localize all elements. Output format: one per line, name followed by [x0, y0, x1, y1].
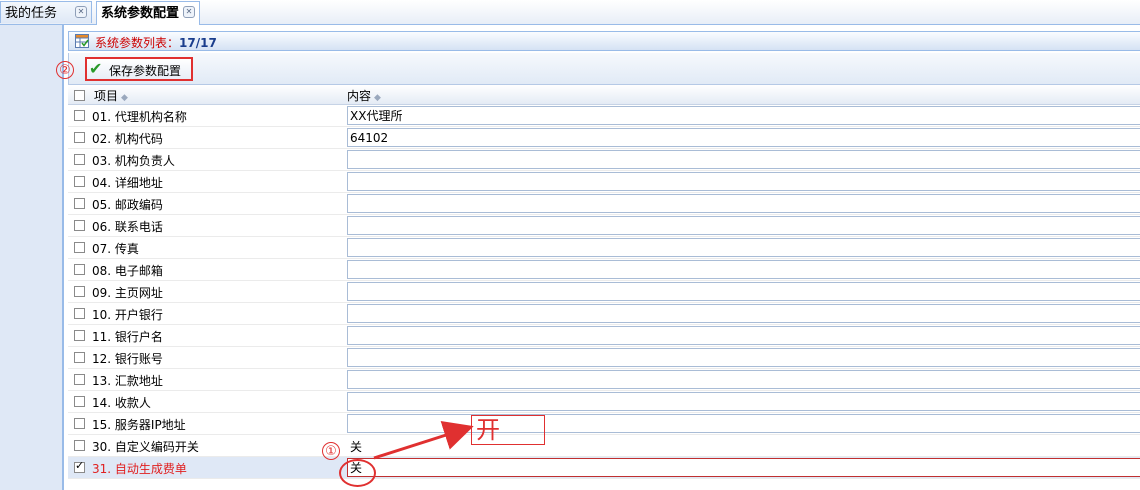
table-row[interactable]: 30. 自定义编码开关 关 [68, 435, 1140, 457]
close-icon[interactable]: ✕ [75, 6, 87, 18]
item-label: 11. 银行户名 [92, 330, 163, 344]
panel-title: 系统参数列表：17/17 [95, 36, 217, 50]
row-checkbox[interactable] [74, 440, 85, 451]
annotation-ellipse [339, 459, 376, 487]
item-label: 14. 收款人 [92, 396, 151, 410]
table-row[interactable]: 06. 联系电话 [68, 215, 1140, 237]
row-checkbox[interactable] [74, 132, 85, 143]
left-sidebar [0, 25, 63, 490]
row-checkbox[interactable] [74, 396, 85, 407]
value-input[interactable] [347, 326, 1140, 345]
row-checkbox[interactable] [74, 286, 85, 297]
item-label: 05. 邮政编码 [92, 198, 163, 212]
tab-label: 我的任务 [5, 6, 58, 21]
table-row[interactable]: 08. 电子邮箱 [68, 259, 1140, 281]
tab-bar: 我的任务 ✕ 系统参数配置 ✕ [0, 0, 1140, 25]
value-text[interactable]: 关 [350, 438, 362, 455]
tab-system-config[interactable]: 系统参数配置 ✕ [96, 1, 200, 25]
table-row[interactable]: 03. 机构负责人 [68, 149, 1140, 171]
value-input[interactable] [347, 194, 1140, 213]
grid-header: 项目 ◆ 内容 ◆ [68, 85, 1140, 105]
tab-label: 系统参数配置 [101, 6, 180, 21]
annotation-marker-2: ② [56, 61, 74, 79]
main-panel: 系统参数列表：17/17 ✔ 保存参数配置 项目 ◆ 内容 ◆ 01. 代理机构名称… [63, 25, 1140, 490]
value-input[interactable] [347, 216, 1140, 235]
table-row[interactable]: 13. 汇款地址 [68, 369, 1140, 391]
value-input[interactable] [347, 260, 1140, 279]
value-input[interactable] [347, 128, 1140, 147]
row-checkbox[interactable] [74, 154, 85, 165]
row-checkbox[interactable] [74, 176, 85, 187]
item-label: 31. 自动生成费单 [92, 462, 187, 476]
value-input[interactable] [347, 150, 1140, 169]
value-input[interactable] [347, 172, 1140, 191]
select-all-checkbox[interactable] [74, 90, 85, 101]
item-label: 13. 汇款地址 [92, 374, 163, 388]
item-label: 07. 传真 [92, 242, 139, 256]
value-input[interactable] [347, 458, 1140, 477]
save-config-button[interactable]: ✔ 保存参数配置 [85, 57, 193, 81]
item-label: 04. 详细地址 [92, 176, 163, 190]
row-checkbox[interactable] [74, 264, 85, 275]
row-checkbox[interactable] [74, 220, 85, 231]
value-input[interactable] [347, 414, 1140, 433]
check-icon: ✔ [89, 59, 103, 78]
sort-icon: ◆ [121, 93, 128, 103]
item-label: 09. 主页网址 [92, 286, 163, 300]
annotation-popup-value: 开 [471, 415, 545, 445]
table-row[interactable]: 04. 详细地址 [68, 171, 1140, 193]
value-input[interactable] [347, 392, 1140, 411]
tab-my-tasks[interactable]: 我的任务 ✕ [0, 1, 92, 23]
annotation-marker-1: ① [322, 442, 340, 460]
table-row[interactable]: 15. 服务器IP地址 [68, 413, 1140, 435]
toolbar: ✔ 保存参数配置 [68, 53, 1140, 85]
value-input[interactable] [347, 304, 1140, 323]
column-header-content[interactable]: 内容 ◆ [347, 87, 381, 104]
row-checkbox[interactable] [74, 374, 85, 385]
close-icon[interactable]: ✕ [183, 6, 195, 18]
table-row[interactable]: 05. 邮政编码 [68, 193, 1140, 215]
row-checkbox[interactable] [74, 330, 85, 341]
table-row[interactable]: 14. 收款人 [68, 391, 1140, 413]
record-count: 17/17 [179, 36, 217, 50]
table-row[interactable]: 02. 机构代码 [68, 127, 1140, 149]
panel-header: 系统参数列表：17/17 [68, 31, 1140, 51]
table-row[interactable]: 01. 代理机构名称 [68, 105, 1140, 127]
table-row[interactable]: 09. 主页网址 [68, 281, 1140, 303]
item-label: 08. 电子邮箱 [92, 264, 163, 278]
table-icon [75, 34, 89, 48]
item-label: 10. 开户银行 [92, 308, 163, 322]
row-checkbox[interactable] [74, 242, 85, 253]
item-label: 02. 机构代码 [92, 132, 163, 146]
value-input[interactable] [347, 370, 1140, 389]
row-checkbox[interactable] [74, 110, 85, 121]
row-checkbox[interactable] [74, 352, 85, 363]
value-input[interactable] [347, 106, 1140, 125]
item-label: 03. 机构负责人 [92, 154, 175, 168]
table-row[interactable]: 07. 传真 [68, 237, 1140, 259]
table-row[interactable]: 12. 银行账号 [68, 347, 1140, 369]
save-button-label: 保存参数配置 [109, 64, 182, 78]
row-checkbox[interactable] [74, 418, 85, 429]
item-label: 15. 服务器IP地址 [92, 418, 186, 432]
column-header-item[interactable]: 项目 ◆ [94, 87, 128, 104]
item-label: 12. 银行账号 [92, 352, 163, 366]
table-row[interactable]: 10. 开户银行 [68, 303, 1140, 325]
table-row[interactable]: 31. 自动生成费单 [68, 457, 1140, 479]
row-checkbox[interactable] [74, 459, 85, 473]
table-row[interactable]: 11. 银行户名 [68, 325, 1140, 347]
sort-icon: ◆ [374, 93, 381, 103]
value-input[interactable] [347, 282, 1140, 301]
value-input[interactable] [347, 238, 1140, 257]
row-checkbox[interactable] [74, 308, 85, 319]
row-checkbox[interactable] [74, 198, 85, 209]
item-label: 30. 自定义编码开关 [92, 440, 199, 454]
item-label: 06. 联系电话 [92, 220, 163, 234]
value-input[interactable] [347, 348, 1140, 367]
item-label: 01. 代理机构名称 [92, 110, 187, 124]
